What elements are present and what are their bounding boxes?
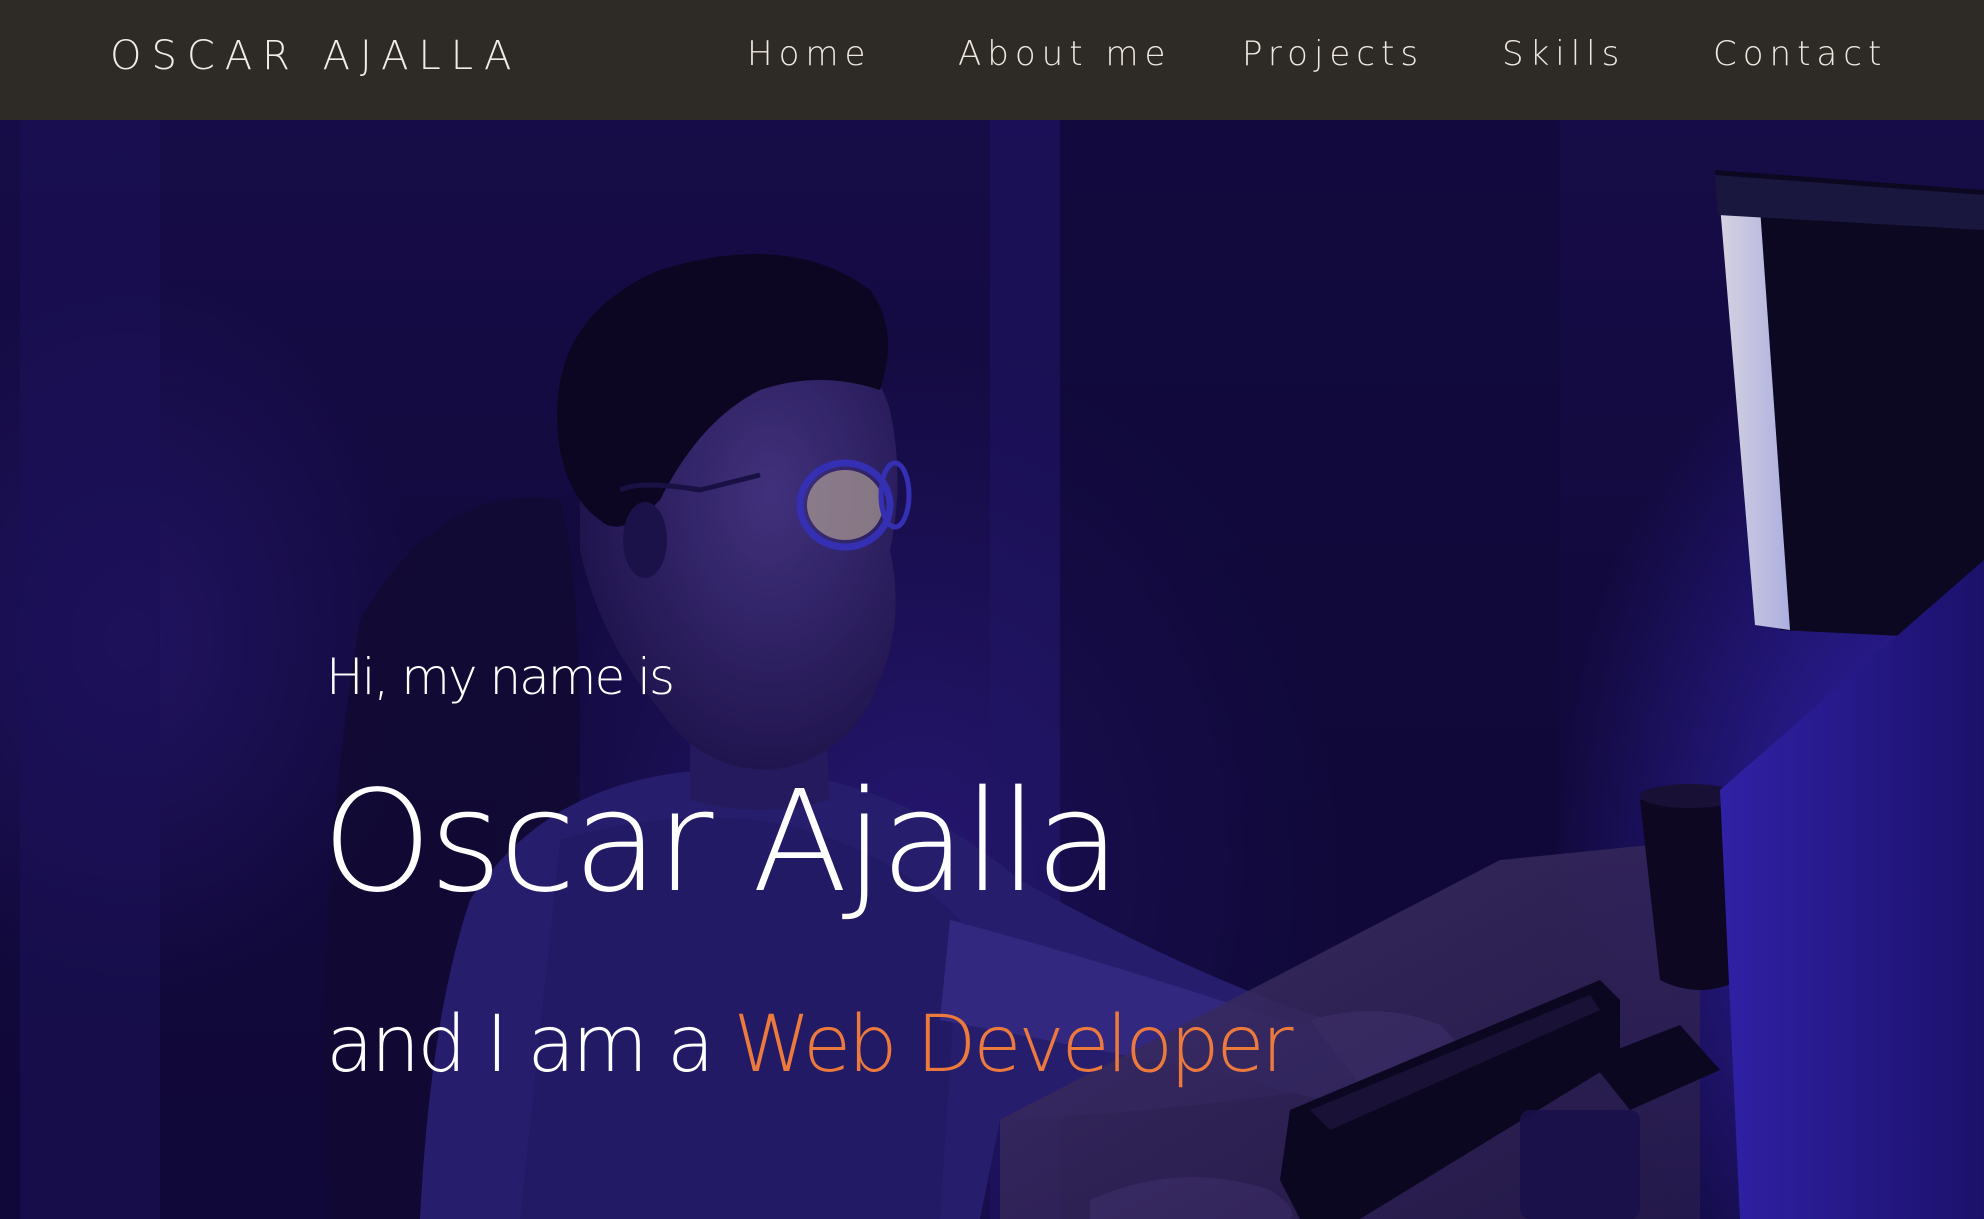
hero-tagline: and I am a Web Developer bbox=[326, 1000, 1294, 1090]
hero-name-heading: Oscar Ajalla bbox=[322, 761, 1121, 924]
top-navbar: OSCAR AJALLA Home About me Projects Skil… bbox=[0, 0, 1984, 120]
nav-item-projects[interactable]: Projects bbox=[1242, 0, 1424, 112]
role-highlight: Web Developer bbox=[733, 1000, 1294, 1090]
nav-item-home[interactable]: Home bbox=[747, 0, 871, 112]
site-logo[interactable]: OSCAR AJALLA bbox=[110, 0, 521, 112]
nav-item-skills[interactable]: Skills bbox=[1502, 0, 1625, 112]
nav-item-contact[interactable]: Contact bbox=[1713, 0, 1887, 112]
hero-text-block: Hi, my name is Oscar Ajalla and I am a W… bbox=[322, 120, 1526, 1219]
nav-item-about[interactable]: About me bbox=[958, 0, 1171, 112]
tagline-prefix: and I am a bbox=[326, 1000, 734, 1090]
hero-section: Hi, my name is Oscar Ajalla and I am a W… bbox=[0, 120, 1984, 1219]
greeting-text: Hi, my name is bbox=[326, 648, 675, 706]
